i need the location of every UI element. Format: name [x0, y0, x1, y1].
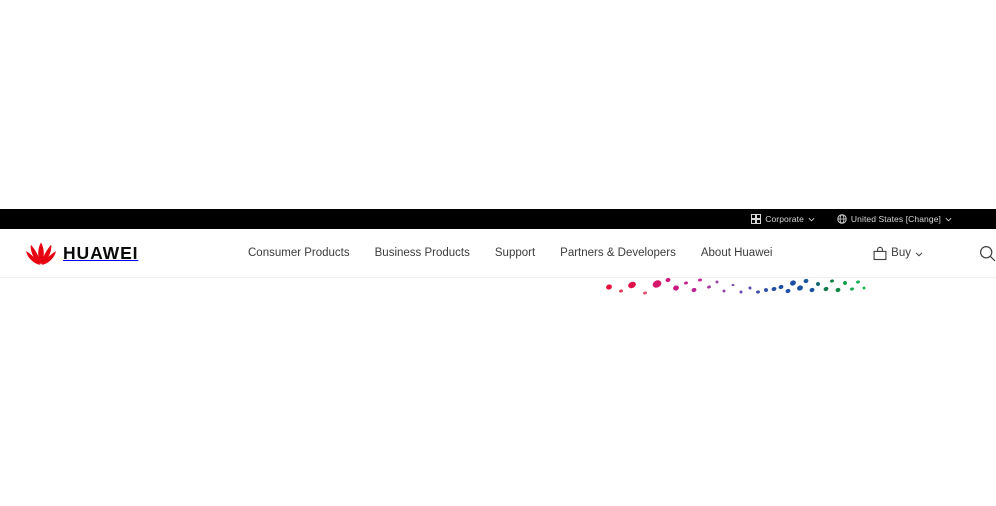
header-actions: Buy — [873, 229, 996, 278]
page-root: Corporate United States [Change] HUAWEI … — [0, 0, 996, 506]
globe-icon — [837, 214, 847, 224]
nav-item-business-products[interactable]: Business Products — [375, 247, 470, 260]
primary-navigation: Consumer Products Business Products Supp… — [248, 229, 772, 278]
chevron-down-icon — [808, 216, 815, 223]
search-icon[interactable] — [951, 245, 996, 262]
utility-item-region[interactable]: United States [Change] — [837, 214, 952, 224]
nav-item-support[interactable]: Support — [495, 247, 535, 260]
chevron-down-icon — [945, 216, 952, 223]
utility-bar: Corporate United States [Change] — [0, 209, 996, 229]
brand-wordmark: HUAWEI — [63, 242, 139, 263]
shopping-bag-icon — [873, 246, 887, 261]
buy-button-label: Buy — [891, 246, 911, 259]
buy-button[interactable]: Buy — [873, 246, 923, 261]
utility-item-corporate[interactable]: Corporate — [751, 214, 815, 224]
nav-item-about-huawei[interactable]: About Huawei — [701, 247, 773, 260]
main-header: HUAWEI Consumer Products Business Produc… — [0, 229, 996, 278]
utility-item-region-label: United States [Change] — [850, 213, 941, 224]
page-bottom-blank-area — [0, 308, 996, 506]
grid-squares-icon — [751, 214, 762, 224]
gradient-dot-pattern — [0, 277, 996, 308]
chevron-down-icon — [915, 250, 923, 258]
page-top-blank-area — [0, 0, 996, 209]
brand-logo-link[interactable]: HUAWEI — [26, 229, 138, 278]
huawei-flower-logo — [26, 242, 56, 266]
nav-item-consumer-products[interactable]: Consumer Products — [248, 247, 350, 260]
utility-item-corporate-label: Corporate — [765, 213, 804, 224]
nav-item-partners-developers[interactable]: Partners & Developers — [560, 247, 676, 260]
